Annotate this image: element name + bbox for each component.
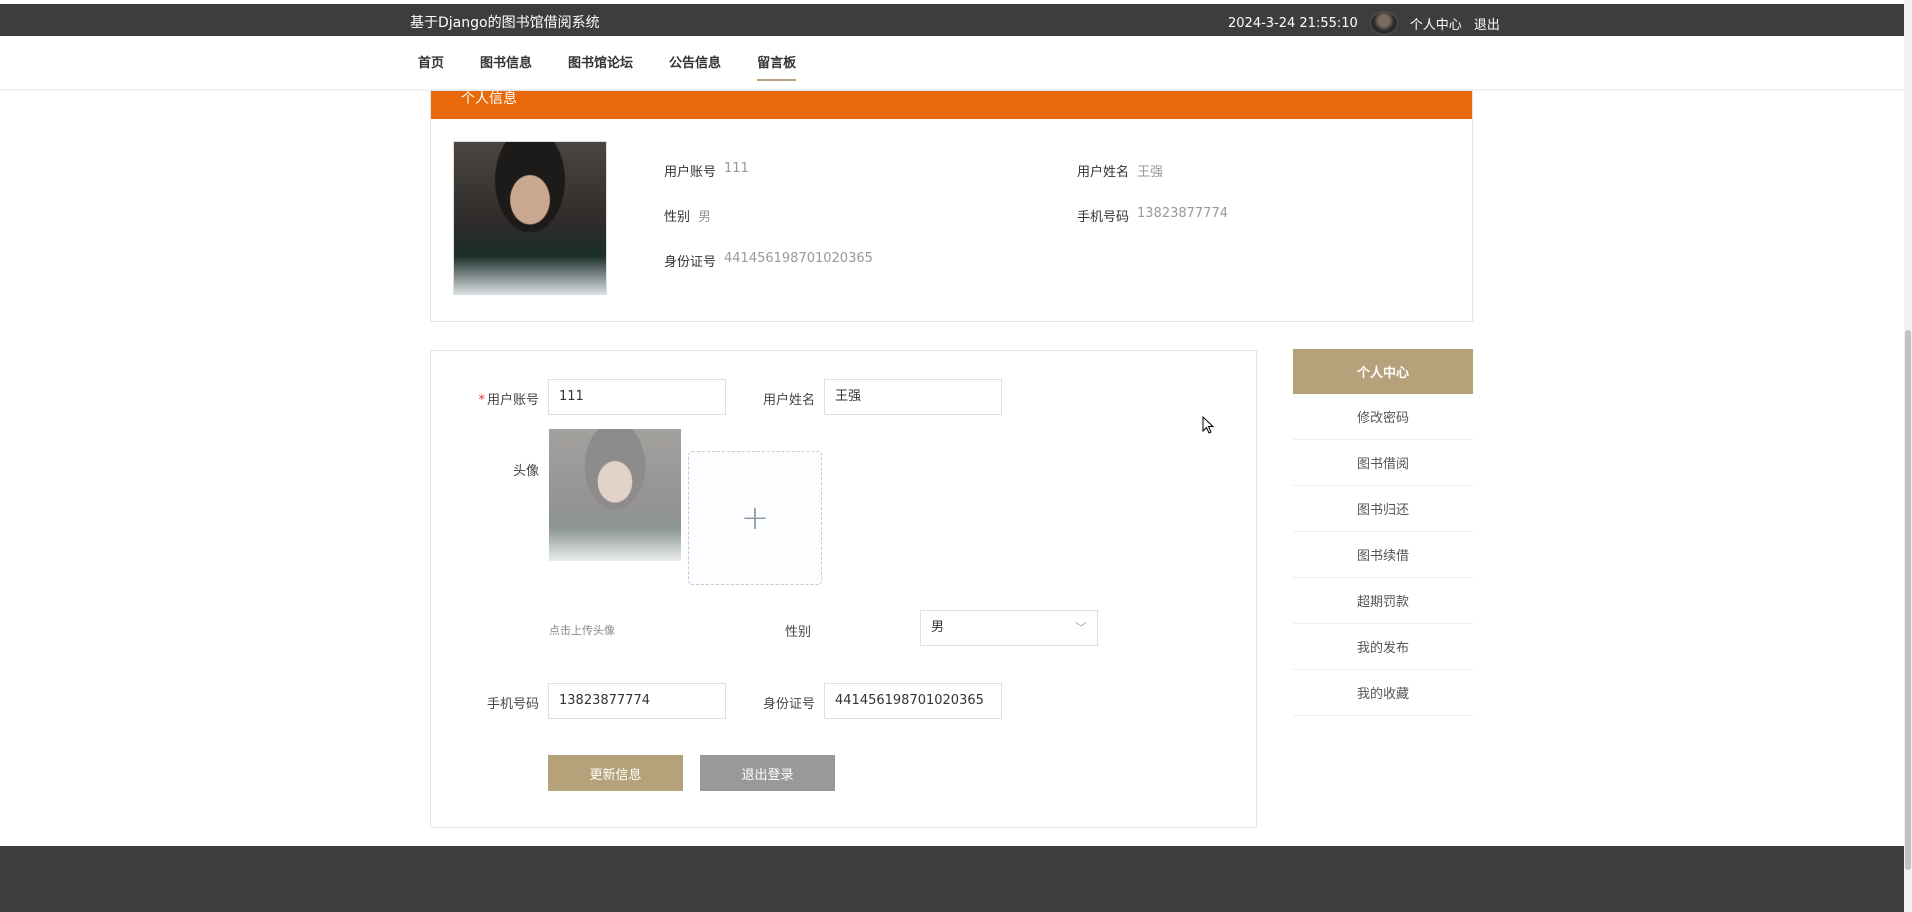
avatar-preview[interactable]: [549, 429, 681, 561]
info-gender-value: 男: [698, 210, 712, 225]
side-item-overdue-fine[interactable]: 超期罚款: [1293, 578, 1473, 624]
side-item-book-return[interactable]: 图书归还: [1293, 486, 1473, 532]
info-name-label: 用户姓名: [1077, 165, 1130, 180]
nav-announcements[interactable]: 公告信息: [669, 52, 721, 81]
update-info-button[interactable]: 更新信息: [548, 755, 683, 791]
logout-link[interactable]: 退出: [1474, 14, 1500, 33]
scrollbar-thumb[interactable]: [1905, 330, 1911, 870]
side-menu-title[interactable]: 个人中心: [1293, 349, 1473, 394]
profile-card: 个人信息 用户账号 111 用户姓名 王强 性别 男 手机号码 13823877…: [430, 90, 1473, 322]
info-account-value: 111: [724, 161, 749, 176]
nav-book-info[interactable]: 图书信息: [480, 52, 532, 81]
main-nav: 首页 图书信息 图书馆论坛 公告信息 留言板: [0, 36, 1904, 90]
upload-hint: 点击上传头像: [549, 624, 615, 637]
top-right-area: 2024-3-24 21:55:10 个人中心 退出: [1228, 11, 1500, 35]
info-phone-value: 13823877774: [1137, 206, 1228, 221]
info-idcard-value: 441456198701020365: [724, 251, 873, 266]
avatar-label: 头像: [512, 464, 539, 479]
top-bar: 基于Django的图书馆借阅系统 2024-3-24 21:55:10 个人中心…: [0, 4, 1904, 36]
side-item-book-borrow[interactable]: 图书借阅: [1293, 440, 1473, 486]
logout-button[interactable]: 退出登录: [700, 755, 835, 791]
name-input[interactable]: 王强: [824, 379, 1002, 415]
plus-icon: +: [740, 498, 770, 538]
site-title: 基于Django的图书馆借阅系统: [410, 15, 600, 31]
info-account-label: 用户账号: [664, 165, 717, 180]
phone-label: 手机号码: [486, 697, 539, 712]
gender-select[interactable]: 男 ﹀: [920, 610, 1098, 646]
account-label: * 用户账号: [478, 393, 539, 408]
profile-photo: [453, 141, 607, 295]
account-input[interactable]: 111: [548, 379, 726, 415]
scrollbar[interactable]: [1904, 0, 1912, 912]
phone-input[interactable]: 13823877774: [548, 683, 726, 719]
info-name-value: 王强: [1137, 165, 1164, 180]
name-label: 用户姓名: [762, 393, 815, 408]
nav-forum[interactable]: 图书馆论坛: [568, 52, 633, 81]
profile-header: 个人信息: [431, 91, 1472, 119]
side-item-my-favorites[interactable]: 我的收藏: [1293, 670, 1473, 716]
idcard-label: 身份证号: [762, 697, 815, 712]
info-gender-label: 性别: [664, 210, 691, 225]
nav-message-board[interactable]: 留言板: [757, 52, 797, 81]
side-menu: 个人中心 修改密码 图书借阅 图书归还 图书续借 超期罚款 我的发布 我的收藏: [1293, 349, 1473, 716]
side-item-change-password[interactable]: 修改密码: [1293, 394, 1473, 440]
nav-home[interactable]: 首页: [418, 52, 444, 81]
gender-label: 性别: [784, 625, 811, 640]
gender-value: 男: [931, 620, 945, 635]
side-item-book-renew[interactable]: 图书续借: [1293, 532, 1473, 578]
mouse-cursor-icon: [1202, 416, 1214, 434]
chevron-down-icon: ﹀: [1074, 621, 1087, 635]
user-center-link[interactable]: 个人中心: [1410, 14, 1462, 33]
footer: [0, 846, 1904, 912]
datetime: 2024-3-24 21:55:10: [1228, 15, 1358, 31]
info-idcard-label: 身份证号: [664, 255, 717, 270]
side-item-my-posts[interactable]: 我的发布: [1293, 624, 1473, 670]
user-avatar[interactable]: [1369, 11, 1398, 35]
info-phone-label: 手机号码: [1077, 210, 1130, 225]
upload-avatar-button[interactable]: +: [688, 451, 822, 585]
edit-form: * 用户账号 111 用户姓名 王强 头像 + 点击上传头像 性别 男 ﹀ 手机号…: [430, 350, 1257, 828]
idcard-input[interactable]: 441456198701020365: [824, 683, 1002, 719]
